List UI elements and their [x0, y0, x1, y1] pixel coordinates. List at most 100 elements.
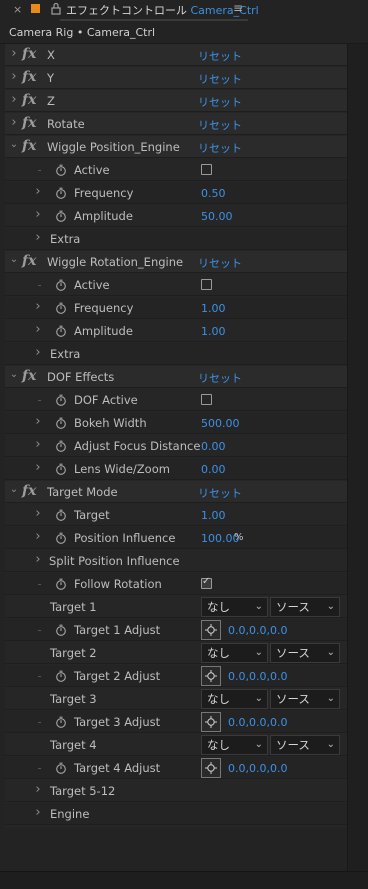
source-dropdown[interactable]: ソース ⌄ [270, 597, 340, 617]
reset-link[interactable]: リセット [198, 485, 242, 501]
property-row-target-adjust[interactable]: Target 1 Adjust 0.0,0.0,0.0 [5, 619, 347, 641]
fx-toggle-icon[interactable]: fx [22, 369, 36, 383]
property-row-focus[interactable]: › Adjust Focus Distance 0.00 [5, 435, 347, 457]
point-control-button[interactable] [201, 620, 221, 640]
reset-link[interactable]: リセット [198, 140, 242, 156]
twirl-closed-icon[interactable]: › [9, 116, 19, 129]
twirl-closed-icon[interactable]: › [9, 93, 19, 106]
property-value[interactable]: 0.00 [201, 440, 226, 453]
fx-toggle-icon[interactable]: fx [22, 254, 36, 268]
stopwatch-icon[interactable] [55, 325, 67, 337]
property-value[interactable]: 0.00 [201, 463, 226, 476]
point-control-button[interactable] [201, 712, 221, 732]
effect-row-wiggle-position[interactable]: ⌄ fx Wiggle Position_Engine リセット [5, 136, 347, 158]
checkbox[interactable] [201, 279, 212, 290]
property-value[interactable]: 1.00 [201, 302, 226, 315]
checkbox[interactable] [201, 164, 212, 175]
stopwatch-icon[interactable] [55, 394, 67, 406]
property-row-dof-active[interactable]: DOF Active [5, 389, 347, 411]
property-row-target-layer[interactable]: Target 1 なし ⌄ ソース ⌄ [5, 596, 347, 618]
property-group-split-position[interactable]: › Split Position Influence [5, 550, 347, 572]
stopwatch-icon[interactable] [55, 463, 67, 475]
property-row-active[interactable]: Active [5, 274, 347, 296]
twirl-closed-icon[interactable]: › [33, 783, 43, 796]
twirl-closed-icon[interactable]: › [33, 438, 43, 451]
property-row-target-layer[interactable]: Target 2 なし ⌄ ソース ⌄ [5, 642, 347, 664]
fx-toggle-icon[interactable]: fx [22, 93, 36, 107]
twirl-closed-icon[interactable]: › [33, 231, 43, 244]
property-value[interactable]: 500.00 [201, 417, 240, 430]
stopwatch-icon[interactable] [55, 279, 67, 291]
source-dropdown[interactable]: ソース ⌄ [270, 689, 340, 709]
lock-icon[interactable] [50, 2, 62, 15]
layer-dropdown[interactable]: なし ⌄ [201, 689, 268, 709]
property-row-target-adjust[interactable]: Target 2 Adjust 0.0,0.0,0.0 [5, 665, 347, 687]
fx-toggle-icon[interactable]: fx [22, 484, 36, 498]
property-row-lens[interactable]: › Lens Wide/Zoom 0.00 [5, 458, 347, 480]
layer-dropdown[interactable]: なし ⌄ [201, 735, 268, 755]
property-group-extra[interactable]: › Extra [5, 228, 347, 250]
reset-link[interactable]: リセット [198, 94, 242, 110]
twirl-closed-icon[interactable]: › [33, 530, 43, 543]
property-row-target-layer[interactable]: Target 3 なし ⌄ ソース ⌄ [5, 688, 347, 710]
stopwatch-icon[interactable] [55, 762, 67, 774]
property-value[interactable]: 1.00 [201, 325, 226, 338]
property-row-target-layer[interactable]: Target 4 なし ⌄ ソース ⌄ [5, 734, 347, 756]
reset-link[interactable]: リセット [198, 117, 242, 133]
twirl-open-icon[interactable]: ⌄ [9, 255, 19, 265]
reset-link[interactable]: リセット [198, 71, 242, 87]
twirl-closed-icon[interactable]: › [9, 70, 19, 83]
twirl-closed-icon[interactable]: › [33, 415, 43, 428]
reset-link[interactable]: リセット [198, 255, 242, 271]
property-group-target-5-12[interactable]: › Target 5-12 [5, 780, 347, 802]
vertical-scrollbar[interactable] [347, 44, 368, 871]
source-dropdown[interactable]: ソース ⌄ [270, 643, 340, 663]
stopwatch-icon[interactable] [55, 440, 67, 452]
property-group-engine[interactable]: › Engine [5, 803, 347, 825]
property-value[interactable]: 1.00 [201, 509, 226, 522]
stopwatch-icon[interactable] [55, 716, 67, 728]
twirl-closed-icon[interactable]: › [33, 507, 43, 520]
property-row-follow-rotation[interactable]: Follow Rotation [5, 573, 347, 595]
fx-toggle-icon[interactable]: fx [22, 47, 36, 61]
twirl-closed-icon[interactable]: › [33, 300, 43, 313]
property-row-target[interactable]: › Target 1.00 [5, 504, 347, 526]
stopwatch-icon[interactable] [55, 578, 67, 590]
twirl-open-icon[interactable]: ⌄ [9, 140, 19, 150]
effect-row-rotate[interactable]: › fx Rotate リセット [5, 113, 347, 135]
point-control-button[interactable] [201, 666, 221, 686]
fx-toggle-icon[interactable]: fx [22, 116, 36, 130]
checkbox[interactable] [201, 576, 212, 589]
property-row-amplitude[interactable]: › Amplitude 50.00 [5, 205, 347, 227]
stopwatch-icon[interactable] [55, 670, 67, 682]
panel-title[interactable]: エフェクトコントロール Camera_Ctrl [66, 2, 259, 18]
stopwatch-icon[interactable] [55, 509, 67, 521]
point-control-button[interactable] [201, 758, 221, 778]
fx-toggle-icon[interactable]: fx [22, 70, 36, 84]
stopwatch-icon[interactable] [55, 164, 67, 176]
effect-row-x[interactable]: › fx X リセット [5, 44, 347, 66]
point-value[interactable]: 0.0,0.0,0.0 [228, 624, 287, 637]
point-value[interactable]: 0.0,0.0,0.0 [228, 716, 287, 729]
property-row-target-adjust[interactable]: Target 4 Adjust 0.0,0.0,0.0 [5, 757, 347, 779]
effect-row-wiggle-rotation[interactable]: ⌄ fx Wiggle Rotation_Engine リセット [5, 251, 347, 273]
stopwatch-icon[interactable] [55, 624, 67, 636]
twirl-closed-icon[interactable]: › [33, 323, 43, 336]
stopwatch-icon[interactable] [55, 210, 67, 222]
layer-dropdown[interactable]: なし ⌄ [201, 597, 268, 617]
source-dropdown[interactable]: ソース ⌄ [270, 735, 340, 755]
twirl-closed-icon[interactable]: › [33, 553, 43, 566]
stopwatch-icon[interactable] [55, 302, 67, 314]
twirl-closed-icon[interactable]: › [33, 346, 43, 359]
twirl-open-icon[interactable]: ⌄ [9, 370, 19, 380]
reset-link[interactable]: リセット [198, 48, 242, 64]
property-row-frequency[interactable]: › Frequency 0.50 [5, 182, 347, 204]
property-row-target-adjust[interactable]: Target 3 Adjust 0.0,0.0,0.0 [5, 711, 347, 733]
twirl-closed-icon[interactable]: › [33, 806, 43, 819]
property-group-extra[interactable]: › Extra [5, 343, 347, 365]
effect-row-dof[interactable]: ⌄ fx DOF Effects リセット [5, 366, 347, 388]
property-row-active[interactable]: Active [5, 159, 347, 181]
property-row-frequency[interactable]: › Frequency 1.00 [5, 297, 347, 319]
twirl-closed-icon[interactable]: › [9, 47, 19, 60]
reset-link[interactable]: リセット [198, 370, 242, 386]
